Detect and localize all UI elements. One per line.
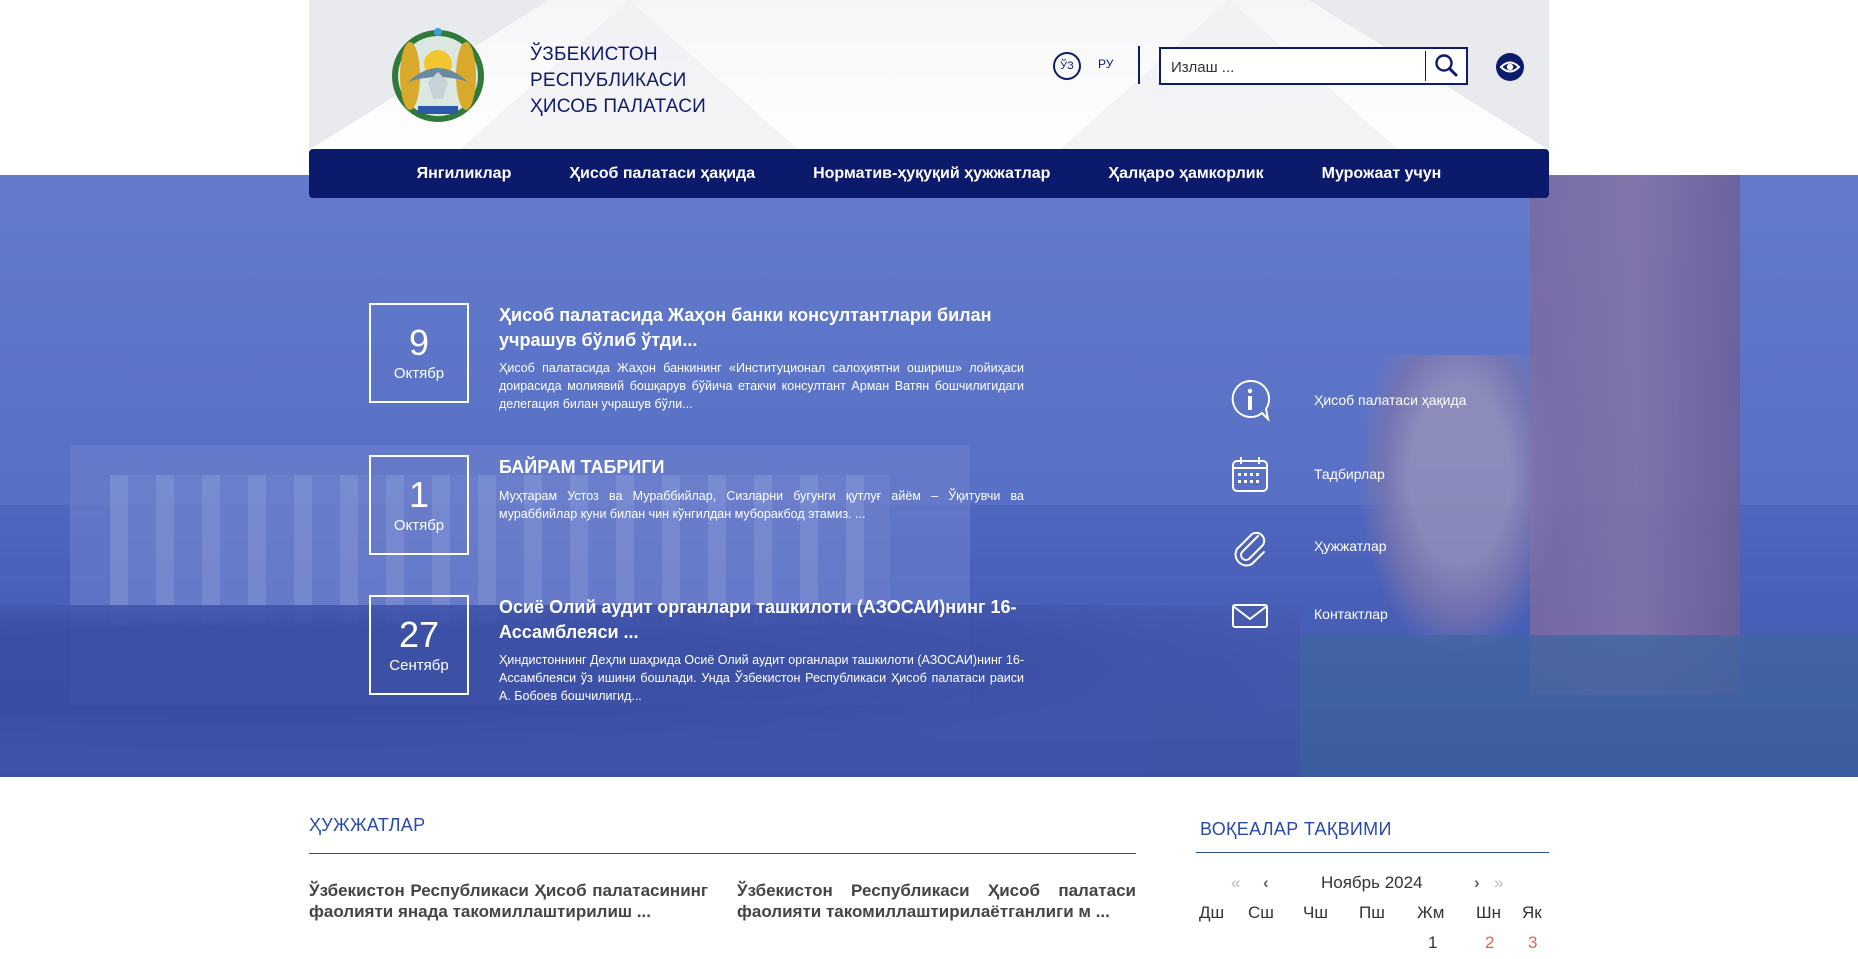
search-button[interactable] — [1429, 51, 1465, 81]
calendar-icon — [1232, 457, 1268, 492]
quick-link-label: Ҳужжатлар — [1314, 538, 1387, 554]
calendar-next-year-button[interactable]: » — [1494, 873, 1503, 893]
main-navigation: Янгиликлар Ҳисоб палатаси ҳақида Нормати… — [309, 149, 1549, 198]
envelope-icon — [1232, 604, 1268, 628]
search-input[interactable] — [1171, 57, 1411, 77]
calendar-weekday: Сш — [1248, 903, 1274, 922]
nav-item-legal-documents[interactable]: Норматив-ҳуқуқий ҳужжатлар — [813, 165, 1050, 183]
language-uz-button[interactable]: ЎЗ — [1053, 52, 1081, 80]
org-name-line-2: Республикаси — [530, 70, 687, 91]
paperclip-icon — [1234, 531, 1266, 567]
calendar-divider — [1196, 852, 1549, 853]
quick-link-label: Контактлар — [1314, 606, 1388, 622]
header-divider — [1138, 46, 1140, 84]
calendar-weekday: Дш — [1199, 903, 1225, 922]
news-title[interactable]: Ҳисоб палатасида Жаҳон банки консултантл… — [499, 303, 1029, 353]
calendar-weekday: Пш — [1359, 903, 1385, 922]
news-excerpt: Ҳиндистоннинг Деҳли шаҳрида Осиё Олий ау… — [499, 653, 1024, 703]
calendar-prev-year-button[interactable]: « — [1231, 873, 1240, 893]
news-excerpt: Ҳисоб палатасида Жаҳон банкининг «Инстит… — [499, 361, 1024, 411]
calendar-weekday: Жм — [1417, 903, 1445, 922]
news-excerpt: Муҳтарам Устоз ва Мураббийлар, Сизларни … — [499, 489, 1024, 521]
news-date: 9 Октябр — [369, 303, 469, 403]
organization-name[interactable]: Ўзбекистон Республикаси Ҳисоб палатаси — [530, 42, 750, 120]
nav-item-news[interactable]: Янгиликлар — [417, 165, 512, 183]
calendar-heading: ВОҚЕАЛАР ТАҚВИМИ — [1200, 819, 1392, 839]
nav-item-appeal[interactable]: Мурожаат учун — [1322, 165, 1442, 183]
news-day: 27 — [398, 614, 440, 655]
search-box — [1159, 47, 1468, 85]
state-emblem-icon[interactable] — [388, 24, 488, 124]
org-name-line-1: Ўзбекистон — [530, 44, 658, 65]
calendar-prev-month-button[interactable]: ‹ — [1263, 873, 1269, 893]
calendar-weekday: Як — [1522, 903, 1542, 922]
nav-item-international[interactable]: Ҳалқаро ҳамкорлик — [1108, 165, 1263, 183]
calendar-day[interactable]: 3 — [1528, 933, 1537, 953]
quick-link-label: Ҳисоб палатаси ҳақида — [1314, 392, 1467, 408]
news-title[interactable]: Осиё Олий аудит органлари ташкилоти (АЗО… — [499, 595, 1029, 645]
quick-link-label: Тадбирлар — [1314, 466, 1385, 482]
org-name-line-3: Ҳисоб палатаси — [530, 96, 706, 117]
document-link[interactable]: Ўзбекистон Республикаси Ҳисоб палатаси ф… — [737, 880, 1136, 922]
language-ru-button[interactable]: РУ — [1098, 57, 1113, 71]
news-month: Сентябр — [389, 657, 449, 674]
eye-icon — [1499, 61, 1521, 73]
info-icon — [1231, 379, 1271, 422]
news-date: 27 Сентябр — [369, 595, 469, 695]
document-link[interactable]: Ўзбекистон Республикаси Ҳисоб палатасини… — [309, 880, 708, 922]
search-icon — [1435, 54, 1458, 77]
calendar-day[interactable]: 2 — [1485, 933, 1494, 953]
accessibility-button[interactable] — [1496, 53, 1524, 81]
documents-divider — [309, 853, 1136, 854]
news-month: Октябр — [393, 365, 445, 382]
calendar-next-month-button[interactable]: › — [1474, 873, 1480, 893]
news-title[interactable]: БАЙРАМ ТАБРИГИ — [499, 455, 1029, 480]
documents-heading: ҲУЖЖАТЛАР — [309, 815, 426, 835]
calendar-day[interactable]: 1 — [1428, 933, 1437, 953]
news-date: 1 Октябр — [369, 455, 469, 555]
nav-item-about[interactable]: Ҳисоб палатаси ҳақида — [569, 165, 755, 183]
calendar-weekday: Чш — [1303, 903, 1328, 922]
news-day: 9 — [408, 322, 430, 363]
news-month: Октябр — [393, 517, 445, 534]
news-day: 1 — [408, 474, 430, 515]
page: Ўзбекистон Республикаси Ҳисоб палатаси Ў… — [0, 0, 1858, 959]
calendar-weekday: Шн — [1476, 903, 1501, 922]
calendar-month-label: Ноябрь 2024 — [1321, 873, 1423, 892]
